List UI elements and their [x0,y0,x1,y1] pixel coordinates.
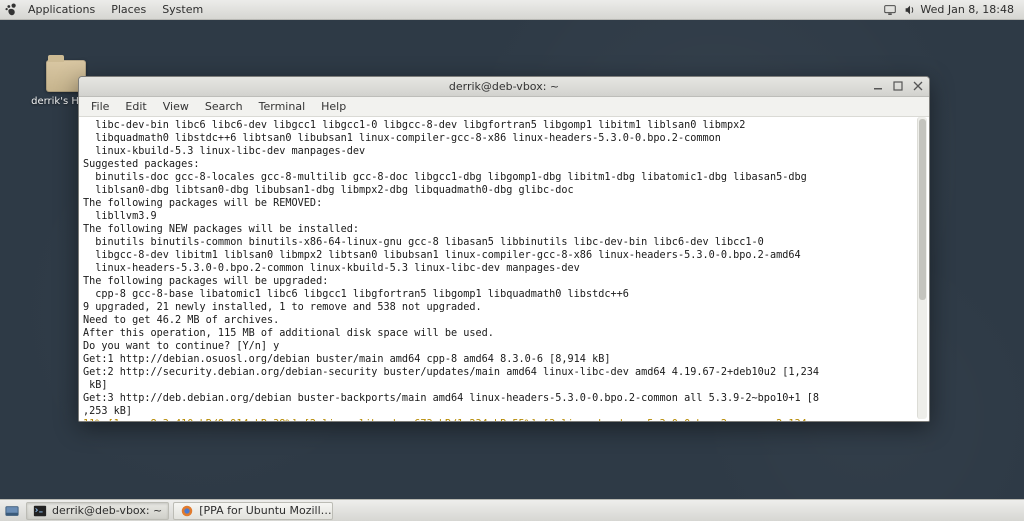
terminal-line: libgcc-8-dev libitm1 liblsan0 libmpx2 li… [83,249,925,262]
taskbar-item-label: derrik@deb-vbox: ~ [52,504,162,517]
terminal-line: ,253 kB] [83,405,925,418]
terminal-line: libllvm3.9 [83,210,925,223]
clock[interactable]: Wed Jan 8, 18:48 [920,3,1020,16]
menu-search[interactable]: Search [197,100,251,113]
terminal-line: Do you want to continue? [Y/n] y [83,340,925,353]
menu-view[interactable]: View [155,100,197,113]
terminal-line: Get:2 http://security.debian.org/debian-… [83,366,925,379]
terminal-progress-line: 11% [1 cpp-8 3,410 kB/8,914 kB 38%] [2 l… [83,418,925,421]
terminal-line: linux-kbuild-5.3 linux-libc-dev manpages… [83,145,925,158]
terminal-line: kB] [83,379,925,392]
network-icon[interactable] [882,2,898,18]
terminal-scrollbar[interactable] [917,117,927,419]
window-titlebar[interactable]: derrik@deb-vbox: ~ [79,77,929,97]
terminal-line: linux-headers-5.3.0-0.bpo.2-common linux… [83,262,925,275]
window-maximize-button[interactable] [891,79,905,93]
terminal-menubar: File Edit View Search Terminal Help [79,97,929,117]
bottom-panel: derrik@deb-vbox: ~ [PPA for Ubuntu Mozil… [0,499,1024,521]
scrollbar-thumb[interactable] [919,119,926,300]
menu-system[interactable]: System [154,3,211,16]
terminal-output[interactable]: libc-dev-bin libc6 libc6-dev libgcc1 lib… [79,117,929,421]
terminal-icon [33,504,47,518]
show-desktop-button[interactable] [2,502,22,520]
window-close-button[interactable] [911,79,925,93]
taskbar-item-browser[interactable]: [PPA for Ubuntu Mozill… [173,502,333,520]
terminal-line: binutils binutils-common binutils-x86-64… [83,236,925,249]
terminal-line: liblsan0-dbg libtsan0-dbg libubsan1-dbg … [83,184,925,197]
window-title: derrik@deb-vbox: ~ [79,80,929,93]
terminal-line: libc-dev-bin libc6 libc6-dev libgcc1 lib… [83,119,925,132]
terminal-line: libquadmath0 libstdc++6 libtsan0 libubsa… [83,132,925,145]
terminal-line: After this operation, 115 MB of addition… [83,327,925,340]
terminal-window: derrik@deb-vbox: ~ File Edit View Search… [78,76,930,422]
terminal-line: The following NEW packages will be insta… [83,223,925,236]
terminal-line: The following packages will be upgraded: [83,275,925,288]
terminal-line: 9 upgraded, 21 newly installed, 1 to rem… [83,301,925,314]
terminal-line: Need to get 46.2 MB of archives. [83,314,925,327]
terminal-line: cpp-8 gcc-8-base libatomic1 libc6 libgcc… [83,288,925,301]
top-panel: Applications Places System Wed Jan 8, 18… [0,0,1024,20]
terminal-line: Suggested packages: [83,158,925,171]
gnome-logo-icon [4,3,18,17]
taskbar-item-terminal[interactable]: derrik@deb-vbox: ~ [26,502,169,520]
volume-icon[interactable] [902,2,918,18]
menu-help[interactable]: Help [313,100,354,113]
terminal-line: The following packages will be REMOVED: [83,197,925,210]
window-minimize-button[interactable] [871,79,885,93]
menu-file[interactable]: File [83,100,117,113]
menu-places[interactable]: Places [103,3,154,16]
terminal-line: Get:3 http://deb.debian.org/debian buste… [83,392,925,405]
taskbar-item-label: [PPA for Ubuntu Mozill… [199,504,331,517]
browser-icon [180,504,194,518]
menu-terminal[interactable]: Terminal [251,100,314,113]
menu-edit[interactable]: Edit [117,100,154,113]
menu-applications[interactable]: Applications [20,3,103,16]
terminal-line: Get:1 http://debian.osuosl.org/debian bu… [83,353,925,366]
terminal-line: binutils-doc gcc-8-locales gcc-8-multili… [83,171,925,184]
